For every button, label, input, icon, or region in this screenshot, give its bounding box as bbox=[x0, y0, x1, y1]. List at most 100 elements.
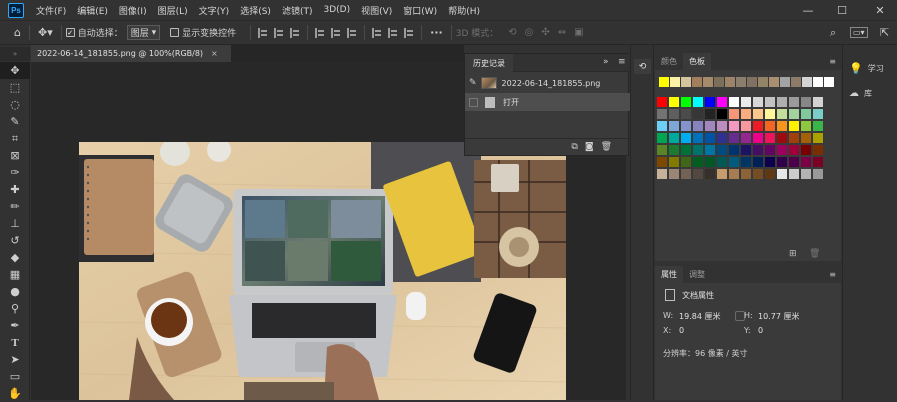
color-swatch[interactable] bbox=[765, 97, 775, 107]
history-brush-source-icon[interactable]: ✎ bbox=[469, 78, 477, 88]
color-swatch[interactable] bbox=[801, 109, 811, 119]
width-value[interactable]: 19.84 厘米 bbox=[679, 311, 720, 322]
delete-swatch-icon[interactable]: 🗑 bbox=[809, 249, 820, 259]
color-swatch[interactable] bbox=[753, 157, 763, 167]
hand-tool-icon[interactable]: ✋ bbox=[0, 385, 30, 402]
auto-select-dropdown[interactable]: 图层 ▾ bbox=[126, 25, 161, 40]
color-swatch[interactable] bbox=[693, 133, 703, 143]
recent-swatch[interactable] bbox=[714, 77, 724, 87]
show-transform-checkbox[interactable] bbox=[170, 28, 180, 37]
color-swatch[interactable] bbox=[801, 157, 811, 167]
slide-3d-icon[interactable]: ⇔ bbox=[558, 27, 566, 38]
workspace-switcher-icon[interactable]: ▭▾ bbox=[850, 27, 868, 38]
dodge-tool-icon[interactable]: ⚲ bbox=[0, 300, 30, 317]
color-swatch[interactable] bbox=[717, 145, 727, 155]
color-swatch[interactable] bbox=[693, 145, 703, 155]
color-swatch[interactable] bbox=[789, 133, 799, 143]
color-swatch[interactable] bbox=[777, 97, 787, 107]
panel-menu-icon[interactable]: ≡ bbox=[618, 57, 626, 67]
tab-properties[interactable]: 属性 bbox=[655, 266, 683, 283]
tab-adjustments[interactable]: 调整 bbox=[683, 266, 711, 283]
color-swatch[interactable] bbox=[765, 133, 775, 143]
color-swatch[interactable] bbox=[741, 169, 751, 179]
color-swatch[interactable] bbox=[813, 133, 823, 143]
menu-type[interactable]: 文字(Y) bbox=[195, 4, 237, 17]
distribute-bottom-icon[interactable] bbox=[404, 27, 414, 38]
document-tab[interactable]: 2022-06-14_181855.png @ 100%(RGB/8) × bbox=[31, 45, 231, 62]
color-swatch[interactable] bbox=[801, 145, 811, 155]
recent-swatch[interactable] bbox=[758, 77, 768, 87]
lasso-tool-icon[interactable]: ◌ bbox=[0, 96, 30, 113]
color-swatch[interactable] bbox=[765, 121, 775, 131]
menu-select[interactable]: 选择(S) bbox=[236, 4, 278, 17]
auto-select-checkbox[interactable]: ✓ bbox=[65, 28, 75, 37]
recent-swatch[interactable] bbox=[747, 77, 757, 87]
panel-menu-icon[interactable]: ≡ bbox=[829, 270, 836, 279]
color-swatch[interactable] bbox=[729, 145, 739, 155]
color-swatch[interactable] bbox=[681, 121, 691, 131]
toolbar-grip[interactable]: » bbox=[0, 47, 30, 61]
move-tool-icon[interactable]: ✥ bbox=[0, 62, 30, 79]
color-swatch[interactable] bbox=[693, 97, 703, 107]
color-swatch[interactable] bbox=[777, 133, 787, 143]
color-swatch[interactable] bbox=[681, 169, 691, 179]
color-swatch[interactable] bbox=[681, 133, 691, 143]
color-swatch[interactable] bbox=[717, 109, 727, 119]
menu-3d[interactable]: 3D(D) bbox=[319, 5, 357, 15]
color-swatch[interactable] bbox=[705, 169, 715, 179]
menu-help[interactable]: 帮助(H) bbox=[444, 4, 487, 17]
history-step[interactable]: 打开 bbox=[465, 93, 630, 111]
color-swatch[interactable] bbox=[801, 97, 811, 107]
color-swatch[interactable] bbox=[717, 121, 727, 131]
menu-filter[interactable]: 滤镜(T) bbox=[278, 4, 320, 17]
distribute-top-icon[interactable] bbox=[372, 27, 382, 38]
menu-edit[interactable]: 编辑(E) bbox=[73, 4, 115, 17]
history-panel-icon[interactable]: ⟲ bbox=[634, 59, 651, 74]
history-snapshot[interactable]: ✎ 2022-06-14_181855.png bbox=[465, 74, 630, 92]
color-swatch[interactable] bbox=[705, 97, 715, 107]
color-swatch[interactable] bbox=[657, 157, 667, 167]
x-value[interactable]: 0 bbox=[679, 326, 684, 335]
color-swatch[interactable] bbox=[753, 121, 763, 131]
color-swatch[interactable] bbox=[681, 157, 691, 167]
color-swatch[interactable] bbox=[705, 109, 715, 119]
color-swatch[interactable] bbox=[741, 97, 751, 107]
menu-view[interactable]: 视图(V) bbox=[357, 4, 399, 17]
home-icon[interactable]: ⌂ bbox=[14, 26, 21, 39]
color-swatch[interactable] bbox=[813, 169, 823, 179]
scale-3d-icon[interactable]: ▣ bbox=[574, 27, 583, 38]
distribute-middle-icon[interactable] bbox=[388, 27, 398, 38]
color-swatch[interactable] bbox=[813, 145, 823, 155]
color-swatch[interactable] bbox=[753, 133, 763, 143]
color-swatch[interactable] bbox=[657, 109, 667, 119]
pen-tool-icon[interactable]: ✒ bbox=[0, 317, 30, 334]
color-swatch[interactable] bbox=[717, 97, 727, 107]
color-swatch[interactable] bbox=[789, 145, 799, 155]
color-swatch[interactable] bbox=[693, 109, 703, 119]
color-swatch[interactable] bbox=[681, 109, 691, 119]
close-button[interactable]: ✕ bbox=[868, 0, 892, 21]
recent-swatch[interactable] bbox=[813, 77, 823, 87]
menu-window[interactable]: 窗口(W) bbox=[399, 4, 444, 17]
eraser-tool-icon[interactable]: ◆ bbox=[0, 249, 30, 266]
color-swatch[interactable] bbox=[693, 169, 703, 179]
color-swatch[interactable] bbox=[741, 121, 751, 131]
step-checkbox[interactable] bbox=[469, 97, 478, 107]
color-swatch[interactable] bbox=[741, 157, 751, 167]
color-swatch[interactable] bbox=[753, 109, 763, 119]
recent-swatch[interactable] bbox=[670, 77, 680, 87]
color-swatch[interactable] bbox=[717, 157, 727, 167]
color-swatch[interactable] bbox=[705, 121, 715, 131]
quick-select-tool-icon[interactable]: ✎ bbox=[0, 113, 30, 130]
color-swatch[interactable] bbox=[693, 121, 703, 131]
color-swatch[interactable] bbox=[705, 157, 715, 167]
color-swatch[interactable] bbox=[777, 169, 787, 179]
collapse-panel-icon[interactable]: » bbox=[603, 57, 609, 67]
healing-brush-icon[interactable]: ✚ bbox=[0, 181, 30, 198]
color-swatch[interactable] bbox=[801, 133, 811, 143]
recent-swatch[interactable] bbox=[780, 77, 790, 87]
crop-tool-icon[interactable]: ⌗ bbox=[0, 130, 30, 147]
orbit-3d-icon[interactable]: ⟲ bbox=[508, 27, 516, 38]
color-swatch[interactable] bbox=[813, 97, 823, 107]
drag-3d-icon[interactable]: ✣ bbox=[541, 27, 549, 38]
